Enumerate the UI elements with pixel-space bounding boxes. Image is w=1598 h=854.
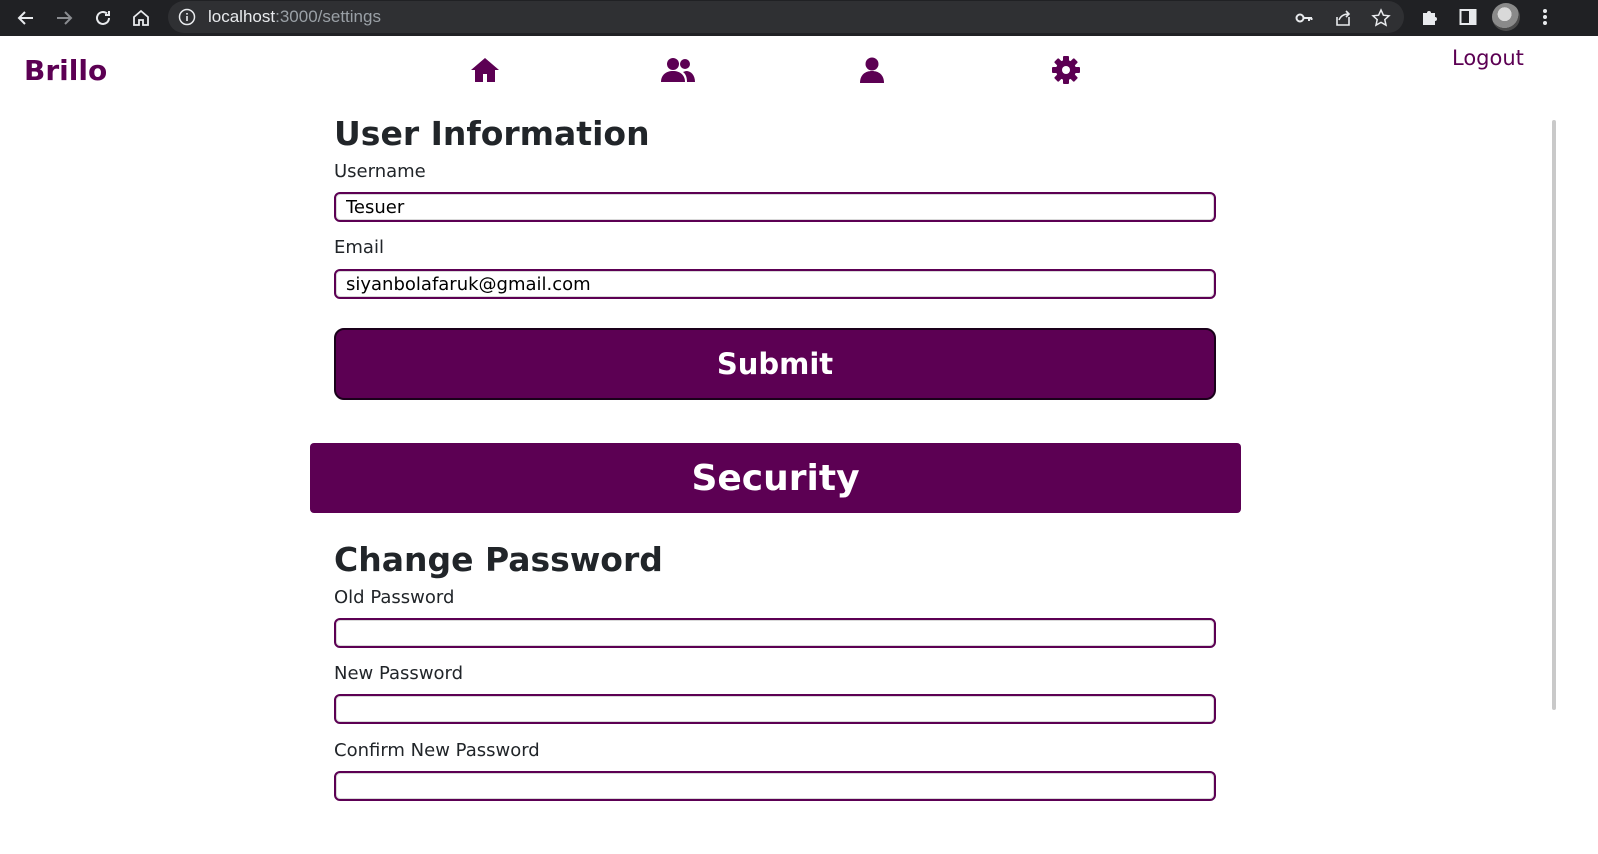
address-bar[interactable]: localhost:3000/settings bbox=[168, 1, 1404, 33]
change-password-heading: Change Password bbox=[334, 540, 663, 579]
star-icon[interactable] bbox=[1370, 7, 1392, 29]
confirm-password-input[interactable] bbox=[334, 771, 1216, 801]
submit-button[interactable]: Submit bbox=[334, 328, 1216, 400]
back-arrow-icon[interactable] bbox=[12, 4, 40, 32]
settings-gear-icon[interactable] bbox=[1046, 52, 1086, 88]
user-information-heading: User Information bbox=[334, 114, 650, 153]
url-text: localhost:3000/settings bbox=[208, 7, 381, 27]
home-icon[interactable] bbox=[465, 52, 505, 88]
profile-icon[interactable] bbox=[852, 52, 892, 88]
info-icon[interactable] bbox=[178, 8, 196, 30]
reload-icon[interactable] bbox=[89, 4, 117, 32]
side-panel-icon[interactable] bbox=[1456, 5, 1480, 29]
forward-arrow-icon[interactable] bbox=[50, 4, 78, 32]
profile-avatar[interactable] bbox=[1492, 3, 1520, 31]
confirm-password-label: Confirm New Password bbox=[334, 740, 540, 761]
email-input[interactable] bbox=[334, 269, 1216, 299]
friends-icon[interactable] bbox=[658, 52, 698, 88]
old-password-input[interactable] bbox=[334, 618, 1216, 648]
security-banner: Security bbox=[310, 443, 1241, 513]
home-icon[interactable] bbox=[127, 4, 155, 32]
email-label: Email bbox=[334, 237, 384, 258]
scrollbar-thumb[interactable] bbox=[1552, 120, 1556, 710]
old-password-label: Old Password bbox=[334, 587, 455, 608]
url-host: localhost bbox=[208, 7, 276, 26]
scrollbar-track bbox=[1556, 36, 1598, 854]
logout-link[interactable]: Logout bbox=[1452, 46, 1524, 70]
username-label: Username bbox=[334, 161, 426, 182]
kebab-menu-icon[interactable] bbox=[1533, 5, 1557, 29]
puzzle-icon[interactable] bbox=[1418, 5, 1442, 29]
browser-toolbar: localhost:3000/settings bbox=[0, 0, 1598, 36]
share-icon[interactable] bbox=[1332, 7, 1354, 29]
key-icon[interactable] bbox=[1293, 7, 1315, 29]
url-path: :3000/settings bbox=[275, 7, 381, 26]
brand-logo[interactable]: Brillo bbox=[24, 54, 107, 87]
new-password-label: New Password bbox=[334, 663, 464, 684]
new-password-input[interactable] bbox=[334, 694, 1216, 724]
username-input[interactable] bbox=[334, 192, 1216, 222]
